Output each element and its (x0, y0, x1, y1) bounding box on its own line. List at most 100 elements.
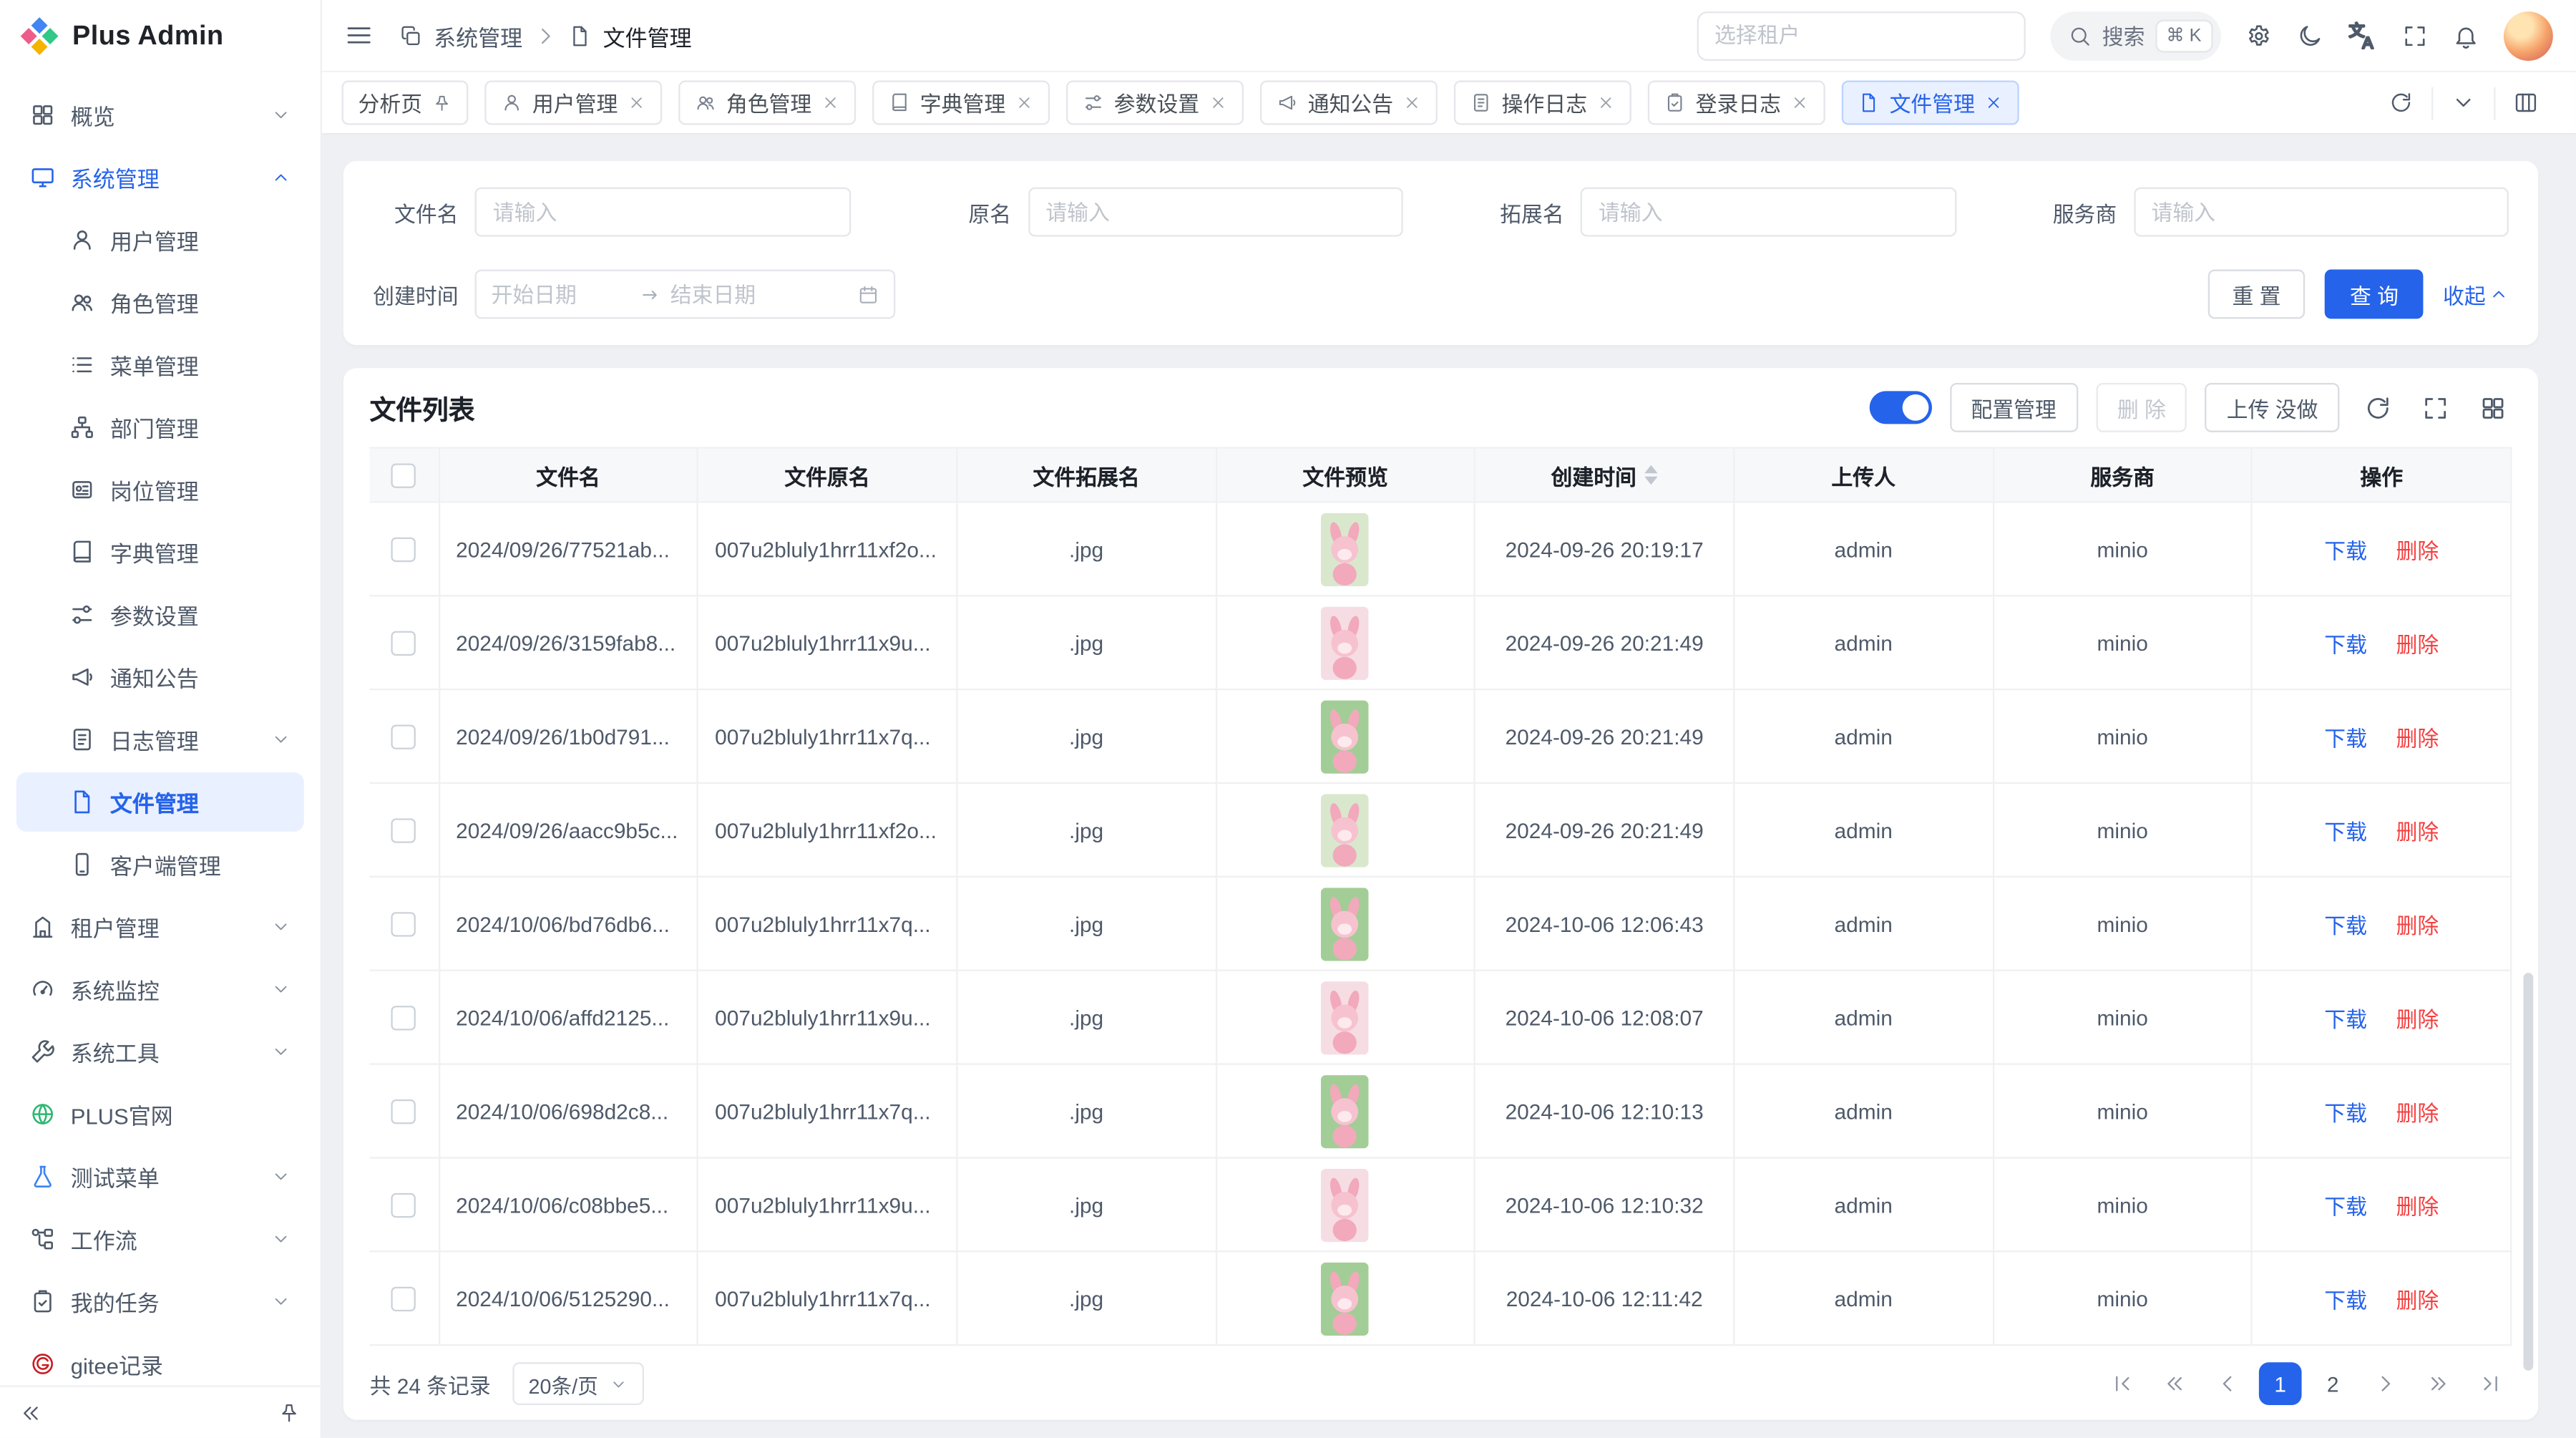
page-number-button[interactable]: 2 (2311, 1362, 2354, 1405)
sidebar-item[interactable]: 参数设置 (16, 585, 304, 644)
column-header[interactable]: 文件预览 (1216, 448, 1475, 502)
sidebar-item[interactable]: PLUS官网 (16, 1084, 304, 1144)
start-date-input[interactable] (492, 282, 630, 306)
sidebar-item[interactable]: 租户管理 (16, 898, 304, 957)
close-tab-icon[interactable] (1209, 94, 1227, 112)
close-tab-icon[interactable] (1403, 94, 1421, 112)
sort-asc-icon[interactable] (1644, 465, 1657, 473)
download-link[interactable]: 下载 (2324, 820, 2367, 844)
page-tab[interactable]: 操作日志 (1454, 80, 1631, 125)
close-tab-icon[interactable] (1791, 94, 1809, 112)
row-checkbox[interactable] (391, 818, 416, 842)
sidebar-item[interactable]: 测试菜单 (16, 1147, 304, 1207)
prev-page-button[interactable] (2206, 1362, 2249, 1405)
delete-link[interactable]: 删除 (2396, 1194, 2439, 1218)
first-page-button[interactable] (2101, 1362, 2144, 1405)
download-link[interactable]: 下载 (2324, 726, 2367, 750)
sidebar-item[interactable]: 我的任务 (16, 1272, 304, 1331)
file-preview-thumbnail[interactable] (1322, 699, 1370, 773)
sidebar-item[interactable]: 系统管理 (16, 148, 304, 208)
delete-link[interactable]: 删除 (2396, 1288, 2439, 1312)
next-group-button[interactable] (2416, 1362, 2459, 1405)
file-preview-thumbnail[interactable] (1322, 1261, 1370, 1335)
sidebar-item[interactable]: 客户端管理 (16, 835, 304, 894)
download-link[interactable]: 下载 (2324, 632, 2367, 656)
page-size-select[interactable]: 20条/页 (512, 1362, 645, 1405)
sidebar-item[interactable]: 日志管理 (16, 710, 304, 769)
row-checkbox[interactable] (391, 631, 416, 656)
date-range-picker[interactable] (475, 270, 896, 319)
end-date-input[interactable] (670, 282, 809, 306)
refresh-page-icon[interactable] (2371, 87, 2431, 120)
file-preview-thumbnail[interactable] (1322, 793, 1370, 867)
refresh-table-icon[interactable] (2358, 394, 2397, 422)
delete-link[interactable]: 删除 (2396, 1006, 2439, 1031)
sidebar-item[interactable]: 菜单管理 (16, 335, 304, 394)
user-avatar[interactable] (2504, 11, 2553, 60)
filter-field-input[interactable] (2133, 188, 2509, 237)
file-preview-thumbnail[interactable] (1322, 887, 1370, 961)
column-header[interactable]: 文件拓展名 (957, 448, 1216, 502)
delete-link[interactable]: 删除 (2396, 820, 2439, 844)
filter-field-input[interactable] (1581, 188, 1956, 237)
sort-desc-icon[interactable] (1644, 477, 1657, 485)
close-tab-icon[interactable] (1985, 94, 2003, 112)
row-checkbox[interactable] (391, 1099, 416, 1124)
collapse-filter-link[interactable]: 收起 (2443, 278, 2509, 310)
file-preview-thumbnail[interactable] (1322, 1074, 1370, 1147)
download-link[interactable]: 下载 (2324, 913, 2367, 937)
download-link[interactable]: 下载 (2324, 538, 2367, 563)
toolbar-toggle-switch[interactable] (1869, 391, 1931, 424)
sort-icons[interactable] (1644, 465, 1657, 485)
sidebar-item[interactable]: 岗位管理 (16, 460, 304, 520)
file-preview-thumbnail[interactable] (1322, 606, 1370, 679)
sidebar-item[interactable]: 系统工具 (16, 1022, 304, 1082)
row-checkbox[interactable] (391, 1006, 416, 1030)
column-settings-icon[interactable] (2472, 394, 2512, 422)
sidebar-item[interactable]: 部门管理 (16, 398, 304, 457)
column-header[interactable]: 创建时间 (1475, 448, 1734, 502)
next-page-button[interactable] (2364, 1362, 2407, 1405)
reset-button[interactable]: 重 置 (2207, 270, 2306, 319)
download-link[interactable]: 下载 (2324, 1194, 2367, 1218)
row-checkbox[interactable] (391, 725, 416, 749)
page-tab[interactable]: 字典管理 (872, 80, 1050, 125)
sidebar-item[interactable]: 通知公告 (16, 648, 304, 707)
fullscreen-icon[interactable] (2402, 22, 2429, 49)
delete-link[interactable]: 删除 (2396, 726, 2439, 750)
sidebar-item[interactable]: 字典管理 (16, 523, 304, 582)
tab-options-chevron-icon[interactable] (2431, 87, 2494, 120)
sidebar-item[interactable]: 用户管理 (16, 210, 304, 270)
filter-field-input[interactable] (1028, 188, 1403, 237)
prev-group-button[interactable] (2154, 1362, 2197, 1405)
search-button[interactable]: 查 询 (2326, 270, 2424, 319)
column-header[interactable]: 服务商 (1993, 448, 2252, 502)
download-link[interactable]: 下载 (2324, 1288, 2367, 1312)
select-all-checkbox[interactable] (391, 464, 416, 488)
batch-delete-button[interactable]: 删 除 (2096, 383, 2187, 432)
sidebar-item[interactable]: 工作流 (16, 1210, 304, 1269)
close-tab-icon[interactable] (628, 94, 645, 112)
settings-gear-icon[interactable] (2245, 22, 2272, 49)
pin-sidebar-icon[interactable] (278, 1401, 301, 1424)
file-preview-thumbnail[interactable] (1322, 512, 1370, 586)
row-checkbox[interactable] (391, 912, 416, 936)
column-header[interactable]: 文件名 (439, 448, 698, 502)
delete-link[interactable]: 删除 (2396, 1100, 2439, 1124)
page-tab[interactable]: 角色管理 (678, 80, 856, 125)
column-header[interactable]: 操作 (2252, 448, 2511, 502)
file-preview-thumbnail[interactable] (1322, 1167, 1370, 1241)
filter-field-input[interactable] (475, 188, 851, 237)
row-checkbox[interactable] (391, 1193, 416, 1218)
row-checkbox[interactable] (391, 1287, 416, 1311)
page-tab[interactable]: 登录日志 (1648, 80, 1825, 125)
delete-link[interactable]: 删除 (2396, 632, 2439, 656)
column-header[interactable]: 文件原名 (698, 448, 957, 502)
close-tab-icon[interactable] (1597, 94, 1615, 112)
download-link[interactable]: 下载 (2324, 1006, 2367, 1031)
file-preview-thumbnail[interactable] (1322, 981, 1370, 1054)
sidebar-item[interactable]: 概览 (16, 85, 304, 145)
delete-link[interactable]: 删除 (2396, 913, 2439, 937)
page-tab[interactable]: 通知公告 (1260, 80, 1438, 125)
page-tab[interactable]: 参数设置 (1066, 80, 1244, 125)
